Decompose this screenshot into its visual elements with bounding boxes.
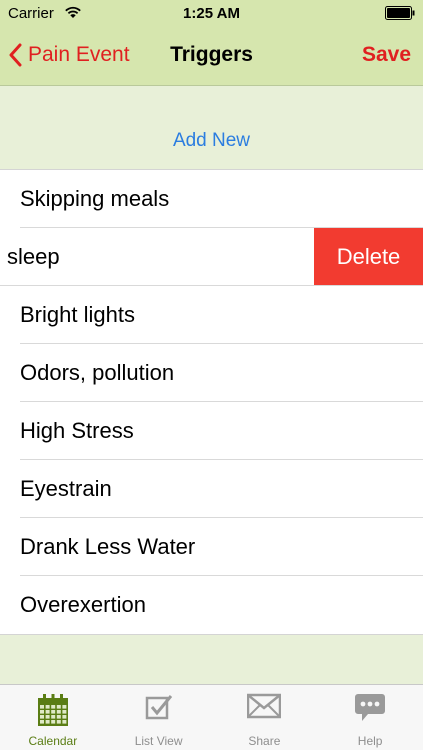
battery-icon (385, 6, 415, 20)
tab-help[interactable]: Help (317, 685, 423, 750)
trigger-label: sleep (7, 244, 60, 269)
delete-button[interactable]: Delete (314, 228, 423, 286)
list-item[interactable]: Eyestrain (0, 460, 423, 518)
tab-list-view[interactable]: List View (106, 685, 212, 750)
tab-bar: Calendar List View Share Help (0, 684, 423, 750)
add-new-button[interactable]: Add New (0, 130, 423, 152)
triggers-list: Skipping meals sleep Delete Bright lights Od… (0, 169, 423, 635)
list-item[interactable]: Odors, pollution (0, 344, 423, 402)
page-title: Triggers (170, 43, 253, 66)
list-item[interactable]: Drank Less Water (0, 518, 423, 576)
trigger-label: Skipping meals (20, 186, 170, 211)
tab-label: Calendar (28, 734, 78, 748)
trigger-label: High Stress (20, 418, 134, 443)
trigger-label: Drank Less Water (20, 534, 196, 559)
clock: 1:25 AM (183, 5, 240, 22)
save-button[interactable]: Save (362, 43, 411, 67)
tab-calendar[interactable]: Calendar (0, 685, 106, 750)
envelope-icon (247, 693, 282, 724)
trigger-label: Overexertion (20, 592, 146, 617)
tab-label: Help (357, 734, 383, 748)
list-item[interactable]: Bright lights (0, 286, 423, 344)
tab-label: List View (134, 734, 183, 748)
add-new-section: Add New (0, 87, 423, 169)
list-item[interactable]: Skipping meals (0, 170, 423, 228)
list-item[interactable]: Overexertion (0, 576, 423, 634)
header: Carrier 1:25 AM Pain Event Triggers Save (0, 0, 423, 86)
navigation-bar: Pain Event Triggers Save (0, 28, 423, 86)
status-bar: Carrier 1:25 AM (0, 0, 423, 28)
trigger-label: Bright lights (20, 302, 135, 327)
calendar-icon (37, 693, 69, 732)
tab-label: Share (248, 734, 281, 748)
list-item[interactable]: High Stress (0, 402, 423, 460)
speech-bubble-icon (354, 693, 386, 728)
list-item[interactable]: sleep Delete (0, 228, 423, 286)
trigger-label: Eyestrain (20, 476, 112, 501)
tab-share[interactable]: Share (212, 685, 318, 750)
checklist-icon (145, 693, 173, 726)
trigger-label: Odors, pollution (20, 360, 175, 385)
